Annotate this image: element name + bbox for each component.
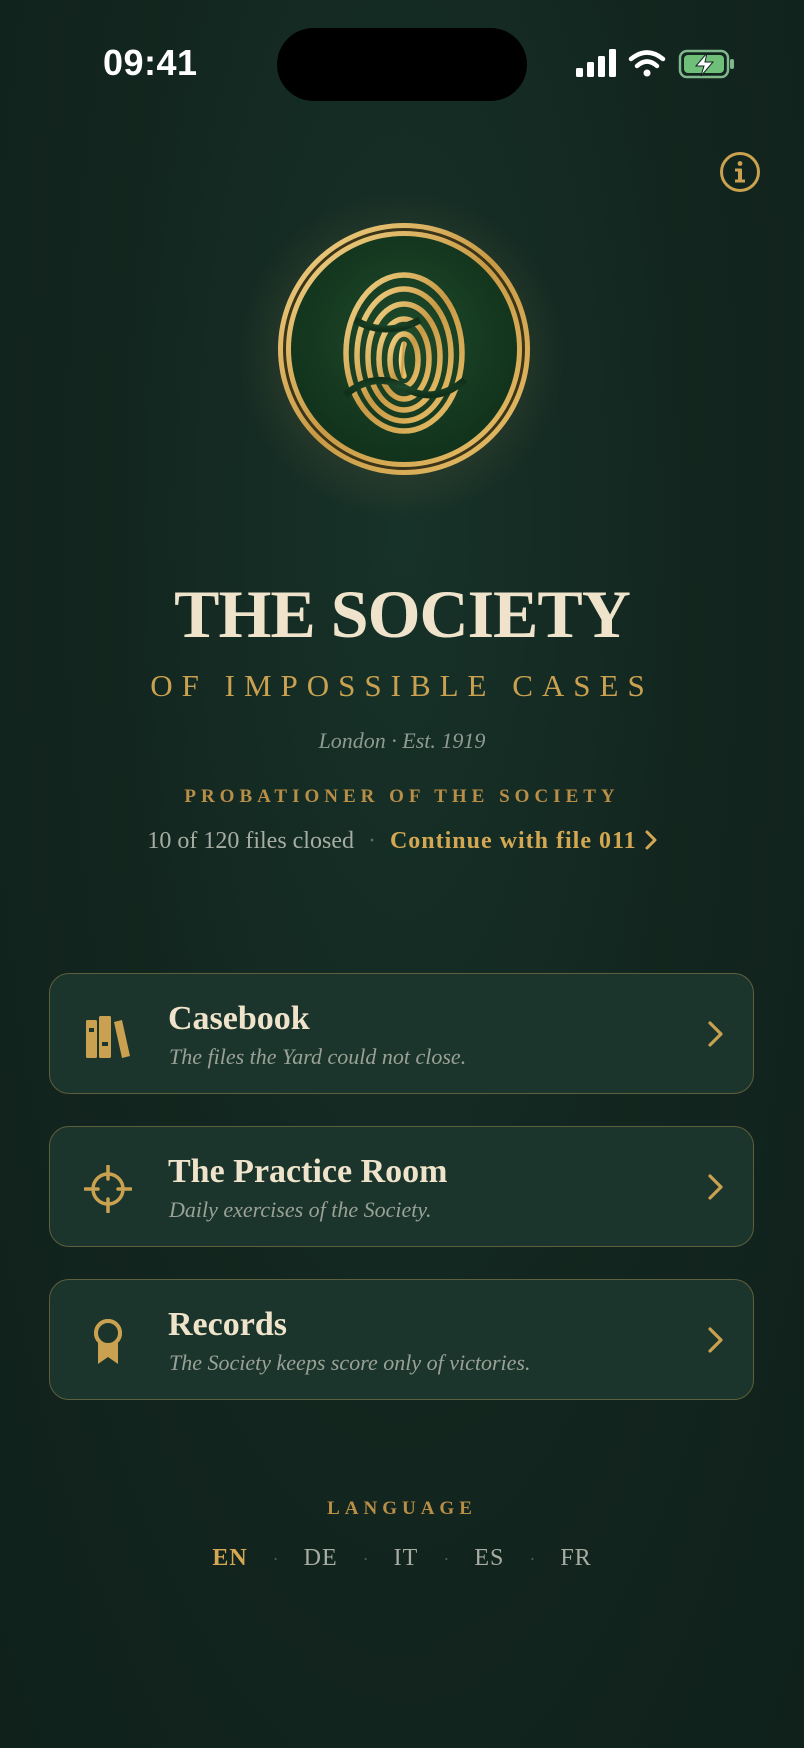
award-ribbon-icon bbox=[94, 1319, 122, 1364]
chevron-right-icon bbox=[708, 1174, 723, 1200]
progress-line: 10 of 120 files closed · Continue with fil… bbox=[0, 828, 804, 855]
society-emblem bbox=[236, 190, 566, 520]
language-separator: · bbox=[443, 1548, 450, 1569]
menu-card-title: Records bbox=[168, 1306, 287, 1343]
files-closed-count: 10 of 120 files closed bbox=[147, 828, 354, 854]
language-separator: · bbox=[272, 1548, 279, 1569]
status-icons bbox=[576, 49, 734, 79]
language-option-es[interactable]: ES bbox=[474, 1545, 504, 1571]
language-option-fr[interactable]: FR bbox=[560, 1545, 591, 1571]
language-option-it[interactable]: IT bbox=[394, 1545, 419, 1571]
chevron-right-icon bbox=[708, 1021, 723, 1047]
menu-card-casebook[interactable]: Casebook The files the Yard could not cl… bbox=[49, 973, 754, 1094]
crosshair-icon bbox=[84, 1165, 132, 1213]
continue-file-link[interactable]: Continue with file 011 bbox=[390, 828, 657, 854]
language-label: LANGUAGE bbox=[327, 1498, 477, 1519]
language-option-en[interactable]: EN bbox=[212, 1545, 247, 1571]
chevron-right-icon bbox=[708, 1327, 723, 1353]
progress-separator: · bbox=[367, 828, 376, 854]
menu-card-title: Casebook bbox=[168, 1000, 310, 1037]
app-subtitle: OF IMPOSSIBLE CASES bbox=[150, 668, 654, 703]
fingerprint-seal-icon bbox=[278, 223, 530, 475]
continue-file-label: Continue with file 011 bbox=[389, 828, 637, 854]
dynamic-island bbox=[277, 28, 527, 101]
chevron-right-icon bbox=[645, 830, 657, 850]
menu-card-records[interactable]: Records The Society keeps score only of … bbox=[49, 1279, 754, 1400]
player-rank: PROBATIONER OF THE SOCIETY bbox=[184, 786, 620, 807]
status-time: 09:41 bbox=[103, 42, 198, 83]
language-separator: · bbox=[362, 1548, 369, 1569]
menu-card-title: The Practice Room bbox=[168, 1153, 448, 1190]
app-title: THE SOCIETY bbox=[174, 576, 631, 652]
language-selector: EN · DE · IT · ES · FR bbox=[0, 1545, 804, 1572]
menu-card-subtitle: The Society keeps score only of victorie… bbox=[169, 1350, 531, 1375]
battery-charging-icon bbox=[678, 49, 734, 79]
established-line: London · Est. 1919 bbox=[318, 728, 486, 753]
books-icon bbox=[86, 1016, 130, 1058]
language-separator: · bbox=[529, 1548, 536, 1569]
status-bar: 09:41 bbox=[0, 0, 804, 130]
cellular-signal-icon bbox=[576, 49, 616, 77]
menu-card-practice-room[interactable]: The Practice Room Daily exercises of the… bbox=[49, 1126, 754, 1247]
menu-card-subtitle: Daily exercises of the Society. bbox=[169, 1197, 432, 1222]
language-option-de[interactable]: DE bbox=[304, 1545, 338, 1571]
wifi-icon bbox=[628, 50, 666, 77]
menu-card-subtitle: The files the Yard could not close. bbox=[169, 1044, 467, 1069]
info-icon[interactable] bbox=[718, 150, 762, 194]
